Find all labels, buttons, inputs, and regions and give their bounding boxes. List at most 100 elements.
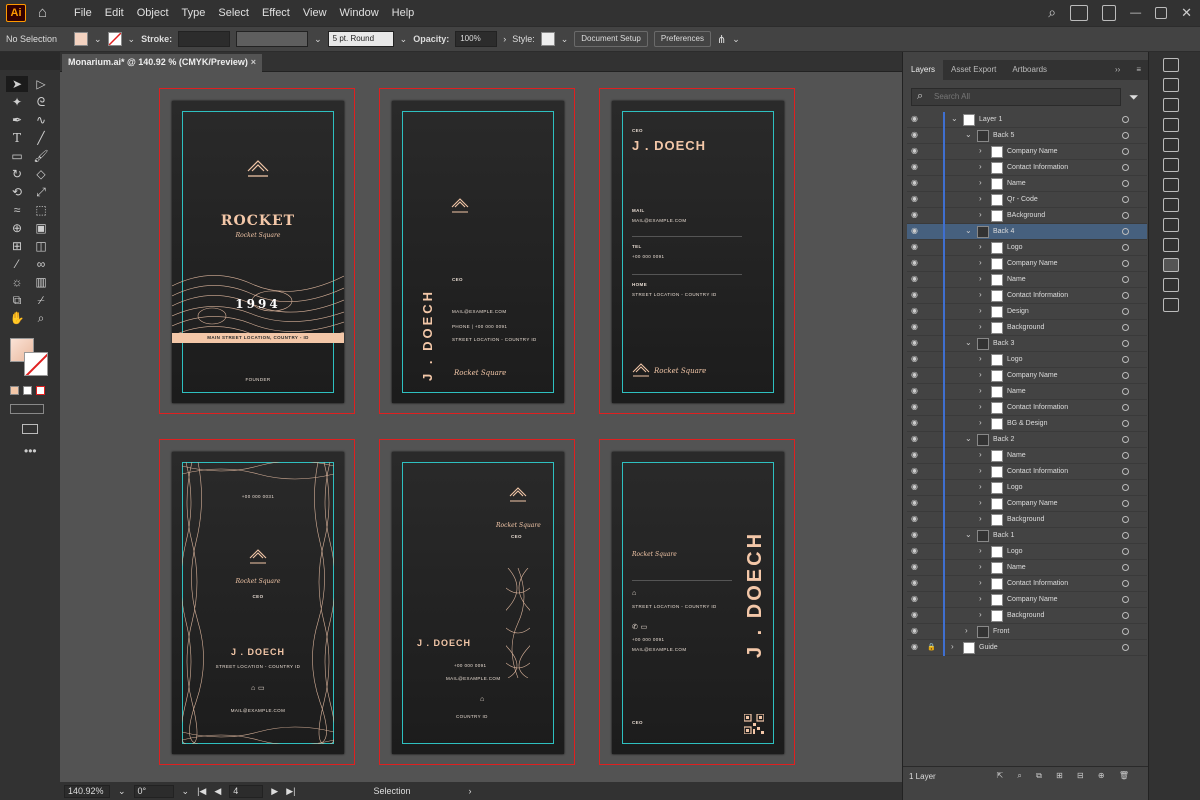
blend-tool-icon[interactable]: ∞ [30,256,52,272]
hand-tool-icon[interactable]: ✋ [6,310,28,326]
paintbrush-tool-icon[interactable]: 🖌 [30,148,52,164]
chevron-right-icon[interactable]: › [979,178,982,187]
chevron-right-icon[interactable]: › [979,370,982,379]
target-circle-icon[interactable] [1122,580,1129,587]
chevron-right-icon[interactable]: › [979,290,982,299]
layer-row[interactable]: ◉ › Background [907,512,1147,528]
visibility-eye-icon[interactable]: ◉ [911,499,921,507]
eyedropper-tool-icon[interactable]: ⁄ [6,256,28,272]
minimize-icon[interactable]: — [1130,7,1141,19]
color-icon[interactable] [1163,98,1179,112]
chevron-down-icon[interactable]: ⌄ [118,786,126,797]
target-circle-icon[interactable] [1122,148,1129,155]
direct-selection-tool-icon[interactable]: ▷ [30,76,52,92]
more-tools-icon[interactable]: ••• [24,444,37,458]
layer-row[interactable]: ◉ › Name [907,272,1147,288]
artboards-icon[interactable] [1163,298,1179,312]
tab-asset-export[interactable]: Asset Export [943,60,1004,80]
visibility-eye-icon[interactable]: ◉ [911,547,921,555]
preferences-button[interactable]: Preferences [653,31,712,47]
artboard[interactable]: Rocket Square ⌂ STREET LOCATION - COUNTR… [599,439,795,765]
visibility-eye-icon[interactable]: ◉ [911,355,921,363]
search-icon[interactable]: ⌕ [1048,4,1056,21]
menu-object[interactable]: Object [137,7,169,19]
target-circle-icon[interactable] [1122,356,1129,363]
target-circle-icon[interactable] [1122,212,1129,219]
layer-row[interactable]: ◉ › Logo [907,480,1147,496]
selection-tool-icon[interactable]: ➤ [6,76,28,92]
chevron-down-icon[interactable]: ⌄ [128,34,136,45]
menu-select[interactable]: Select [218,7,249,19]
layer-row[interactable]: ◉ ⌄ Back 5 [907,128,1147,144]
chevron-down-icon[interactable]: ⌄ [182,786,190,797]
artboard[interactable]: ROCKET Rocket Square 1994 MAIN STREET LO… [159,88,355,414]
chevron-right-icon[interactable]: › [979,354,982,363]
artboard-tool-icon[interactable]: ⧉ [6,292,28,308]
chevron-right-icon[interactable]: › [979,578,982,587]
chevron-down-icon[interactable]: ⌄ [732,34,740,45]
visibility-eye-icon[interactable]: ◉ [911,291,921,299]
visibility-eye-icon[interactable]: ◉ [911,243,921,251]
layer-row[interactable]: ◉ › BG & Design [907,416,1147,432]
artboard-number-field[interactable]: 4 [229,784,264,798]
chevron-right-icon[interactable]: › [979,258,982,267]
gradient-button[interactable] [23,386,32,395]
visibility-eye-icon[interactable]: ◉ [911,403,921,411]
shaper-tool-icon[interactable]: ↻ [6,166,28,182]
layer-row[interactable]: ◉ 🔒 › Guide [907,640,1147,656]
style-swatch[interactable] [540,32,555,46]
close-icon[interactable]: × [251,57,256,67]
layer-row[interactable]: ◉ › Background [907,320,1147,336]
chevron-right-icon[interactable]: › [979,546,982,555]
target-circle-icon[interactable] [1122,228,1129,235]
eraser-tool-icon[interactable]: ◇ [30,166,52,182]
target-circle-icon[interactable] [1122,516,1129,523]
target-circle-icon[interactable] [1122,596,1129,603]
chevron-right-icon[interactable]: › [979,594,982,603]
target-circle-icon[interactable] [1122,468,1129,475]
perspective-tool-icon[interactable]: ◫ [30,238,52,254]
visibility-eye-icon[interactable]: ◉ [911,307,921,315]
export-icon[interactable] [1163,278,1179,292]
chevron-right-icon[interactable]: › [979,482,982,491]
layer-row[interactable]: ◉ › Company Name [907,256,1147,272]
menu-effect[interactable]: Effect [262,7,290,19]
layer-row[interactable]: ◉ › Background [907,608,1147,624]
chevron-right-icon[interactable]: › [965,626,968,635]
chevron-down-icon[interactable]: ⌄ [314,34,322,45]
screen-mode-icon[interactable] [22,424,38,434]
chevron-right-icon[interactable]: › [979,562,982,571]
brushes-icon[interactable] [1163,138,1179,152]
layer-row[interactable]: ◉ › Front [907,624,1147,640]
fill-swatch[interactable] [74,32,88,46]
canvas[interactable]: ROCKET Rocket Square 1994 MAIN STREET LO… [60,72,902,782]
chevron-right-icon[interactable]: › [503,34,506,44]
layer-row[interactable]: ◉ › BAckground [907,208,1147,224]
rectangle-tool-icon[interactable]: ▭ [6,148,28,164]
layer-row[interactable]: ◉ › Contact Information [907,464,1147,480]
document-setup-button[interactable]: Document Setup [574,31,648,47]
stroke-color-swatch[interactable] [24,352,48,376]
layer-row[interactable]: ◉ ⌄ Back 4 [907,224,1147,240]
visibility-eye-icon[interactable]: ◉ [911,579,921,587]
previous-artboard-icon[interactable]: ◀ [214,786,221,797]
layer-row[interactable]: ◉ ⌄ Back 1 [907,528,1147,544]
transparency-icon[interactable] [1163,218,1179,232]
target-circle-icon[interactable] [1122,484,1129,491]
layer-row[interactable]: ◉ ⌄ Back 3 [907,336,1147,352]
workspace-icon[interactable] [1102,4,1117,21]
visibility-eye-icon[interactable]: ◉ [911,451,921,459]
menu-view[interactable]: View [303,7,327,19]
layer-row[interactable]: ◉ ⌄ Back 2 [907,432,1147,448]
gradient-tool-icon[interactable]: ▣ [30,220,52,236]
fill-stroke-widget[interactable] [10,338,50,378]
opacity-label[interactable]: Opacity: [413,34,449,44]
none-button[interactable] [36,386,45,395]
target-circle-icon[interactable] [1122,548,1129,555]
visibility-eye-icon[interactable]: ◉ [911,115,921,123]
mesh-tool-icon[interactable]: ⊞ [6,238,28,254]
target-circle-icon[interactable] [1122,324,1129,331]
free-transform-tool-icon[interactable]: ⬚ [30,202,52,218]
layer-row[interactable]: ◉ › Contact Information [907,288,1147,304]
visibility-eye-icon[interactable]: ◉ [911,419,921,427]
